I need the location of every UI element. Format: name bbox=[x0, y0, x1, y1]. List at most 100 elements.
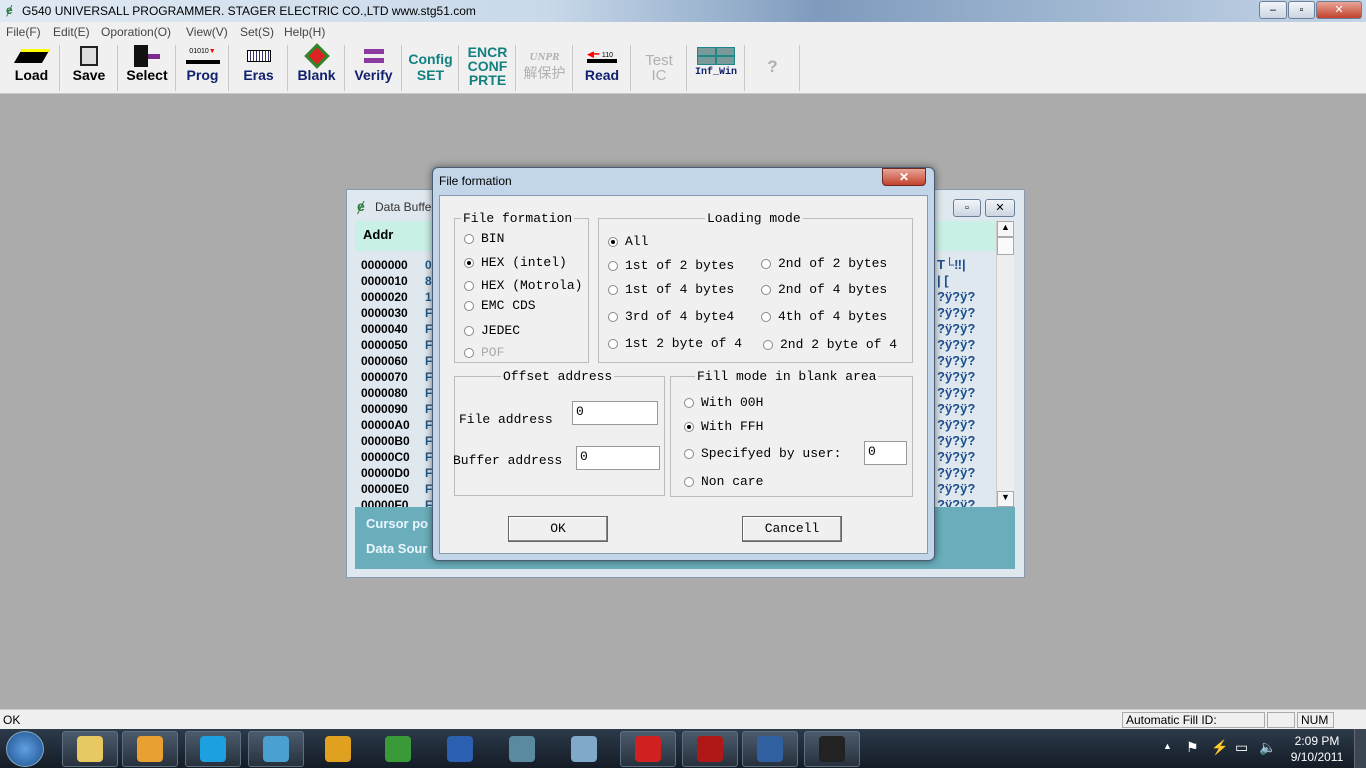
config-set-button[interactable]: Config SET bbox=[403, 45, 459, 91]
erase-icon bbox=[230, 45, 287, 67]
radio-fill-mode[interactable]: Specifyed by user: bbox=[684, 446, 841, 461]
taskbar-s-app[interactable] bbox=[742, 731, 798, 767]
network-icon[interactable]: ▭ bbox=[1235, 739, 1248, 756]
taskbar-notepad[interactable] bbox=[494, 731, 550, 767]
radio-loading-mode[interactable]: 1st of 4 bytes bbox=[608, 282, 734, 297]
explorer-icon bbox=[77, 736, 103, 762]
radio-loading-mode[interactable]: 1st 2 byte of 4 bbox=[608, 336, 742, 351]
help-button[interactable]: ? bbox=[746, 45, 800, 91]
encrypt-config-button[interactable]: ENCR CONF PRTE bbox=[460, 45, 516, 91]
row-address: 0000080 bbox=[361, 386, 408, 400]
taskbar-explorer[interactable] bbox=[62, 731, 118, 767]
test-ic-button[interactable]: Test IC bbox=[632, 45, 687, 91]
user-fill-value-input[interactable]: 0 bbox=[864, 441, 907, 465]
radio-loading-mode[interactable]: All bbox=[608, 234, 648, 249]
window-title: G540 UNIVERSALL PROGRAMMER. STAGER ELECT… bbox=[22, 4, 476, 18]
menu-file[interactable]: File(F) bbox=[6, 25, 41, 39]
menu-set[interactable]: Set(S) bbox=[240, 25, 274, 39]
radio-icon bbox=[464, 325, 474, 336]
close-button[interactable]: ✕ bbox=[1316, 1, 1362, 19]
taskbar-messenger[interactable] bbox=[248, 731, 304, 767]
menu-operation[interactable]: Oporation(O) bbox=[101, 25, 171, 39]
taskbar-device-app[interactable] bbox=[804, 731, 860, 767]
radio-file-format[interactable]: HEX (Motrola) bbox=[464, 278, 582, 293]
minimize-button[interactable]: – bbox=[1259, 1, 1287, 19]
radio-loading-mode[interactable]: 2nd of 4 bytes bbox=[761, 282, 887, 297]
read-button[interactable]: ◀━ 110 Read bbox=[574, 45, 631, 91]
radio-file-format[interactable]: JEDEC bbox=[464, 323, 520, 338]
row-ascii: ?ÿ?ÿ? bbox=[937, 337, 976, 352]
menu-bar: File(F) Edit(E) Oporation(O) View(V) Set… bbox=[0, 22, 1366, 42]
start-button[interactable] bbox=[6, 731, 44, 767]
taskbar-calculator[interactable] bbox=[556, 731, 612, 767]
word-icon bbox=[447, 736, 473, 762]
radio-loading-mode[interactable]: 4th of 4 bytes bbox=[761, 309, 887, 324]
maximize-button[interactable]: ▫ bbox=[1288, 1, 1315, 19]
menu-view[interactable]: View(V) bbox=[186, 25, 228, 39]
radio-loading-mode[interactable]: 2nd 2 byte of 4 bbox=[763, 337, 897, 352]
offset-address-group: Offset address bbox=[454, 369, 665, 496]
clock[interactable]: 2:09 PM 9/10/2011 bbox=[1284, 733, 1350, 765]
taskbar-windows-media-center[interactable] bbox=[370, 731, 426, 767]
auto-fill-status: Automatic Fill ID: Desable bbox=[1122, 712, 1265, 741]
volume-icon[interactable]: 🔈 bbox=[1259, 739, 1276, 756]
chip-select-icon bbox=[119, 45, 175, 67]
dialog-close-button[interactable]: ✕ bbox=[882, 168, 926, 186]
radio-fill-mode[interactable]: With FFH bbox=[684, 419, 763, 434]
select-button[interactable]: Select bbox=[119, 45, 176, 91]
info-window-icon bbox=[688, 45, 744, 67]
show-hidden-icons[interactable]: ▲ bbox=[1163, 741, 1172, 751]
row-ascii: ?ÿ?ÿ? bbox=[937, 465, 976, 480]
radio-icon bbox=[464, 257, 474, 268]
radio-loading-mode[interactable]: 1st of 2 bytes bbox=[608, 258, 734, 273]
taskbar-programmer-app[interactable] bbox=[620, 731, 676, 767]
ok-button[interactable]: OK bbox=[508, 516, 608, 542]
taskbar-skype[interactable] bbox=[185, 731, 241, 767]
radio-file-format[interactable]: BIN bbox=[464, 231, 504, 246]
file-address-input[interactable]: 0 bbox=[572, 401, 658, 425]
unprotect-button[interactable]: UNPR 解保护 bbox=[517, 45, 573, 91]
restore-button[interactable]: ▫ bbox=[953, 199, 981, 217]
show-desktop-button[interactable] bbox=[1354, 729, 1366, 768]
action-center-icon[interactable]: ⚑ bbox=[1186, 739, 1199, 756]
taskbar-word[interactable] bbox=[432, 731, 488, 767]
erase-button[interactable]: Eras bbox=[230, 45, 288, 91]
blank-button[interactable]: Blank bbox=[289, 43, 345, 91]
load-button[interactable]: Load bbox=[4, 45, 60, 91]
radio-icon bbox=[684, 448, 694, 459]
prog-button[interactable]: 01010▼ Prog bbox=[177, 45, 229, 91]
power-icon[interactable]: ⚡ bbox=[1211, 739, 1228, 756]
taskbar-app-orange[interactable] bbox=[122, 731, 178, 767]
radio-icon bbox=[761, 258, 771, 269]
radio-icon bbox=[684, 476, 694, 487]
device-app-icon bbox=[819, 736, 845, 762]
menu-help[interactable]: Help(H) bbox=[284, 25, 325, 39]
close-button[interactable]: ✕ bbox=[985, 199, 1015, 217]
program-icon: 01010▼ bbox=[177, 45, 228, 67]
radio-loading-mode[interactable]: 3rd of 4 byte4 bbox=[608, 309, 734, 324]
radio-file-format: POF bbox=[464, 345, 504, 360]
taskbar-media[interactable] bbox=[310, 731, 366, 767]
row-address: 0000000 bbox=[361, 258, 408, 272]
app-orange-icon bbox=[137, 736, 163, 762]
save-button[interactable]: Save bbox=[61, 45, 118, 91]
verify-button[interactable]: Verify bbox=[346, 45, 402, 91]
radio-file-format[interactable]: EMC CDS bbox=[464, 298, 536, 313]
cancel-button[interactable]: Cancell bbox=[742, 516, 842, 542]
taskbar-acrobat-reader[interactable] bbox=[682, 731, 738, 767]
row-ascii: ?ÿ?ÿ? bbox=[937, 353, 976, 368]
radio-icon bbox=[608, 338, 618, 349]
radio-fill-mode[interactable]: With 00H bbox=[684, 395, 763, 410]
radio-loading-mode[interactable]: 2nd of 2 bytes bbox=[761, 256, 887, 271]
dialog-body: File formation Loading mode Offset addre… bbox=[439, 195, 928, 554]
menu-edit[interactable]: Edit(E) bbox=[53, 25, 90, 39]
buffer-address-input[interactable]: 0 bbox=[576, 446, 660, 470]
radio-icon bbox=[464, 233, 474, 244]
notepad-icon bbox=[509, 736, 535, 762]
radio-fill-mode[interactable]: Non care bbox=[684, 474, 763, 489]
toolbar: Load Save Select 01010▼ Prog Eras Blank V… bbox=[0, 42, 1366, 94]
radio-icon bbox=[464, 300, 474, 311]
scrollbar[interactable]: ▲ ▼ bbox=[996, 221, 1014, 507]
radio-file-format[interactable]: HEX (intel) bbox=[464, 255, 567, 270]
info-window-button[interactable]: Inf_Win bbox=[688, 45, 745, 91]
